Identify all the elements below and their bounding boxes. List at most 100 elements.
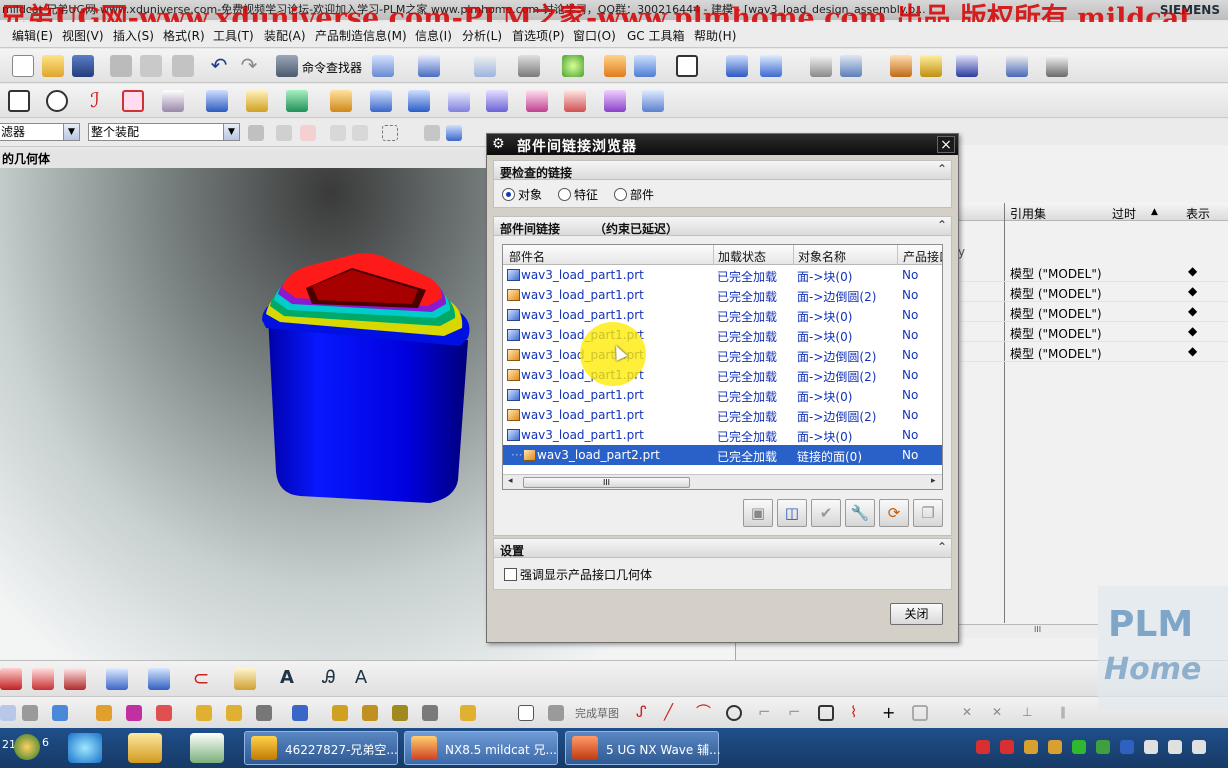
ie-icon[interactable] [68, 733, 102, 763]
select-box-icon[interactable] [382, 125, 398, 141]
polygon-icon[interactable] [122, 90, 144, 112]
scroll-right-icon[interactable]: ▸ [931, 476, 936, 486]
chevron-up-icon[interactable]: ⌃ [937, 540, 947, 554]
tray-green-icon[interactable] [1072, 740, 1086, 754]
chamfer-icon[interactable] [486, 90, 508, 112]
link-face-icon[interactable] [392, 705, 408, 721]
col-part-name[interactable]: 部件名 [509, 248, 545, 265]
isolate-button[interactable]: ▣ [743, 499, 773, 527]
explorer-icon[interactable] [128, 733, 162, 763]
display-column[interactable]: 表示 [1186, 205, 1210, 222]
subtract-icon[interactable] [408, 90, 430, 112]
quick-extend-icon[interactable]: ✕ [992, 705, 1008, 721]
fcf-icon[interactable] [64, 668, 86, 690]
menu-assembly[interactable]: 装配(A) [264, 27, 306, 44]
tray-cat-icon[interactable] [1048, 740, 1062, 754]
undo-icon[interactable]: ↶ [208, 55, 230, 77]
col-object-name[interactable]: 对象名称 [798, 248, 846, 265]
table-row[interactable]: wav3_load_part1.prt 已完全加载 面->边倒圆(2) No [503, 285, 942, 305]
dimension-icon[interactable] [1006, 55, 1028, 77]
task-nx[interactable]: NX8.5 mildcat 兄... [404, 731, 558, 765]
menu-pmi[interactable]: 产品制造信息(M) [315, 27, 407, 44]
mid-point-icon[interactable] [352, 125, 368, 141]
selection-icon[interactable] [372, 55, 394, 77]
offset-curve-icon[interactable]: ∥ [1060, 705, 1076, 721]
interpart-links-header[interactable]: 部件间链接 （约束已延迟） ⌃ [493, 216, 952, 236]
menu-analysis[interactable]: 分析(L) [462, 27, 502, 44]
line-icon[interactable]: ╱ [664, 705, 680, 721]
apply-check-button[interactable]: ✔ [811, 499, 841, 527]
trim-icon[interactable] [564, 90, 586, 112]
sketch-icon[interactable] [0, 705, 16, 721]
chamfer-tool-icon[interactable]: ⌐ [788, 705, 804, 721]
tray-display-icon[interactable] [1144, 740, 1158, 754]
radio-feature[interactable]: 特征 [558, 186, 598, 203]
menu-gc-toolbox[interactable]: GC 工具箱 [627, 27, 685, 44]
revolve-icon[interactable] [246, 90, 268, 112]
background-icon[interactable] [676, 55, 698, 77]
profile-icon[interactable]: ᔑ [636, 705, 652, 721]
datum-icon[interactable] [286, 90, 308, 112]
circle-icon[interactable] [46, 90, 68, 112]
save-icon[interactable] [72, 55, 94, 77]
menu-insert[interactable]: 插入(S) [113, 27, 154, 44]
unite-icon[interactable] [370, 90, 392, 112]
wave-link-icon[interactable] [226, 705, 242, 721]
menu-info[interactable]: 信息(I) [415, 27, 452, 44]
task-qq[interactable]: 46227827-兄弟空... [244, 731, 398, 765]
wcs-icon[interactable] [840, 55, 862, 77]
open-folder-icon[interactable] [42, 55, 64, 77]
explode-icon[interactable] [292, 705, 308, 721]
dialog-title-bar[interactable]: ⚙ 部件间链接浏览器 × [487, 134, 958, 155]
navigator-row[interactable]: 模型 ("MODEL") ◆ [958, 282, 1228, 302]
menu-preferences[interactable]: 首选项(P) [512, 27, 565, 44]
copy-icon[interactable] [140, 55, 162, 77]
table-row[interactable]: wav3_load_part1.prt 已完全加载 面->块(0) No [503, 305, 942, 325]
navigator-row[interactable]: 模型 ("MODEL") ◆ [958, 262, 1228, 282]
tray-nvidia-icon[interactable] [1096, 740, 1110, 754]
gear-icon[interactable]: ⚙ [492, 136, 505, 152]
finish-sketch-icon[interactable] [548, 705, 564, 721]
sketch-frame-icon[interactable] [518, 705, 534, 721]
ref-set-icon[interactable] [256, 705, 272, 721]
layers-icon[interactable] [810, 55, 832, 77]
radio-object[interactable]: 对象 [502, 186, 542, 203]
extrude-icon[interactable] [206, 90, 228, 112]
text-icon[interactable]: A [276, 668, 298, 690]
hole-icon[interactable] [330, 90, 352, 112]
mate-icon[interactable] [126, 705, 142, 721]
tray-volume-icon[interactable] [1192, 740, 1206, 754]
filter-icon[interactable] [276, 125, 292, 141]
col-product-interface[interactable]: 产品接口 [903, 248, 942, 265]
menu-window[interactable]: 窗口(O) [573, 27, 616, 44]
pattern-icon[interactable] [604, 90, 626, 112]
navigator-row[interactable]: 模型 ("MODEL") ◆ [958, 342, 1228, 362]
col-load-state[interactable]: 加载状态 [718, 248, 766, 265]
spreadsheet-icon[interactable] [190, 733, 224, 763]
links-to-check-header[interactable]: 要检查的链接 ⌃ [493, 160, 952, 180]
menu-edit[interactable]: 编辑(E) [12, 27, 53, 44]
arc-tool-icon[interactable]: ⌒ [696, 705, 712, 721]
motion-icon[interactable] [956, 55, 978, 77]
command-finder-icon[interactable] [276, 55, 298, 77]
point-icon[interactable]: + [882, 705, 898, 721]
edge-icon[interactable] [604, 55, 626, 77]
tools-icon[interactable] [890, 55, 912, 77]
radio-part[interactable]: 部件 [614, 186, 654, 203]
datum-target-icon[interactable] [32, 668, 54, 690]
face-filter-icon[interactable] [446, 125, 462, 141]
update-link-button[interactable]: ⟳ [879, 499, 909, 527]
link-geometry-icon[interactable] [332, 705, 348, 721]
chevron-up-icon[interactable]: ⌃ [937, 162, 947, 176]
table-row[interactable]: wav3_load_part1.prt 已完全加载 面->块(0) No [503, 425, 942, 445]
rectangle-tool-icon[interactable] [818, 705, 834, 721]
layer-icon[interactable] [22, 705, 38, 721]
cursor-select-icon[interactable] [418, 55, 440, 77]
outdated-column[interactable]: 过时 [1112, 205, 1136, 222]
make-corner-icon[interactable]: ⊥ [1022, 705, 1038, 721]
assembly-icon[interactable] [726, 55, 748, 77]
analysis-icon[interactable] [920, 55, 942, 77]
copy-link-button[interactable]: ❐ [913, 499, 943, 527]
menu-format[interactable]: 格式(R) [163, 27, 205, 44]
close-button[interactable]: 关闭 [890, 603, 943, 625]
